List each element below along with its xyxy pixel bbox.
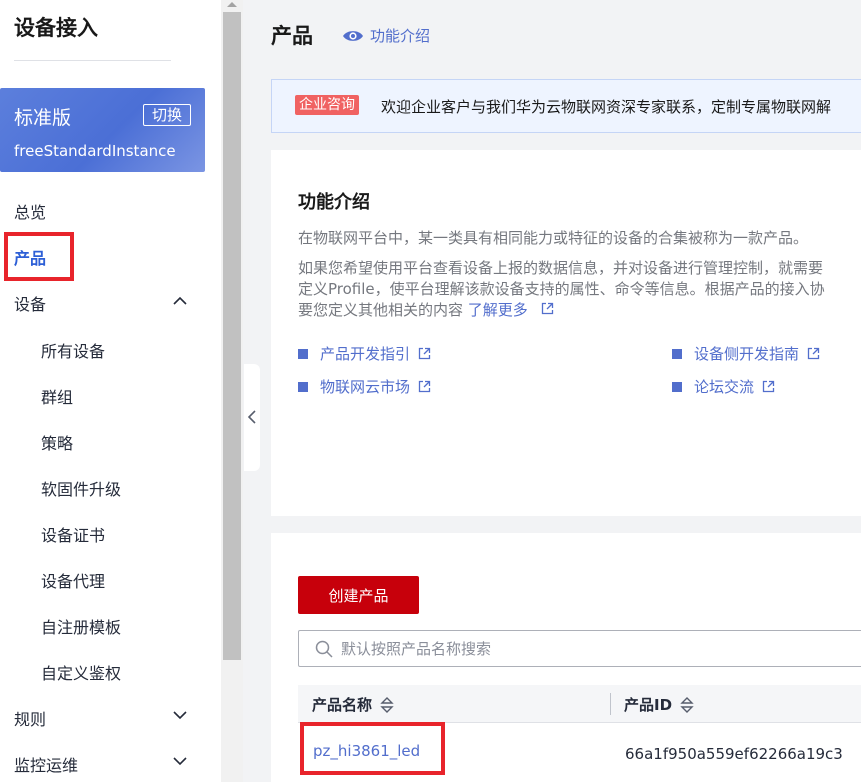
feature-line-3-wrap: 要您定义其他相关的内容 了解更多 bbox=[298, 300, 825, 321]
sidebar-item-rules[interactable]: 规则 bbox=[14, 706, 46, 730]
create-product-button[interactable]: 创建产品 bbox=[298, 576, 419, 614]
product-search-input[interactable] bbox=[341, 637, 841, 661]
chevron-down-icon[interactable] bbox=[172, 707, 188, 723]
bullet-square bbox=[298, 348, 308, 359]
column-label: 产品ID bbox=[624, 696, 673, 714]
external-link-icon bbox=[418, 380, 431, 393]
link-label: 产品开发指引 bbox=[320, 345, 411, 363]
feature-line-3: 要您定义其他相关的内容 bbox=[298, 301, 464, 319]
product-list-card: 创建产品 产品名称 产品ID pz_hi3861_led 66a1f950a55… bbox=[271, 533, 861, 782]
feature-intro-link[interactable]: 功能介绍 bbox=[342, 25, 430, 46]
column-label: 产品名称 bbox=[312, 696, 373, 714]
sort-icon[interactable] bbox=[380, 696, 394, 713]
link-iot-marketplace[interactable]: 物联网云市场 bbox=[298, 376, 431, 397]
external-link-icon bbox=[807, 347, 820, 360]
link-device-dev-guide[interactable]: 设备侧开发指南 bbox=[672, 343, 820, 364]
edition-instance: freeStandardInstance bbox=[14, 142, 176, 160]
feature-desc: 在物联网平台中，某一类具有相同能力或特征的设备的合集被称为一款产品。 bbox=[298, 229, 809, 247]
banner-tag: 企业咨询 bbox=[295, 95, 359, 115]
feature-title: 功能介绍 bbox=[298, 192, 370, 213]
link-label: 物联网云市场 bbox=[320, 378, 411, 396]
banner-text: 欢迎企业客户与我们华为云物联网资深专家联系，定制专属物联网解 bbox=[381, 98, 832, 116]
product-search-box[interactable] bbox=[298, 630, 861, 667]
sidebar-item-devices[interactable]: 设备 bbox=[14, 291, 46, 315]
product-id-cell: 66a1f950a559ef62266a19c3 bbox=[625, 745, 843, 763]
sidebar-item-monitoring[interactable]: 监控运维 bbox=[14, 752, 78, 776]
scrollbar-thumb[interactable] bbox=[223, 12, 241, 660]
sidebar-subitem-ota[interactable]: 软固件升级 bbox=[41, 476, 121, 500]
sidebar-subitem-custom-auth[interactable]: 自定义鉴权 bbox=[41, 660, 121, 684]
link-product-dev-guide[interactable]: 产品开发指引 bbox=[298, 343, 431, 364]
scroll-up-arrow-icon[interactable] bbox=[226, 0, 238, 8]
sidebar-divider bbox=[14, 60, 171, 61]
chevron-up-icon[interactable] bbox=[172, 293, 188, 309]
feature-intro-label: 功能介绍 bbox=[370, 27, 431, 45]
chevron-left-icon bbox=[247, 410, 256, 424]
sidebar-subitem-all-devices[interactable]: 所有设备 bbox=[41, 338, 105, 362]
sidebar-item-overview[interactable]: 总览 bbox=[14, 199, 46, 223]
table-header: 产品名称 产品ID bbox=[298, 685, 861, 723]
sidebar-subitem-proxy[interactable]: 设备代理 bbox=[41, 568, 105, 592]
feature-intro-card: 功能介绍 在物联网平台中，某一类具有相同能力或特征的设备的合集被称为一款产品。 … bbox=[271, 150, 861, 516]
edition-card: 标准版 切换 freeStandardInstance bbox=[0, 88, 205, 172]
external-link-icon bbox=[418, 347, 431, 360]
column-product-id[interactable]: 产品ID bbox=[624, 694, 694, 715]
search-icon bbox=[315, 640, 333, 658]
bullet-square bbox=[298, 381, 308, 392]
product-row-highlight-box bbox=[300, 722, 445, 775]
feature-line-2: 定义Profile，使平台理解该款设备支持的属性、命令等信息。根据产品的接入协 bbox=[298, 280, 825, 298]
sidebar-title: 设备接入 bbox=[14, 16, 98, 40]
column-product-name[interactable]: 产品名称 bbox=[312, 694, 394, 715]
feature-line-1: 如果您希望使用平台查看设备上报的数据信息，并对设备进行管理控制，就需要 bbox=[298, 259, 824, 277]
sidebar-subitem-register-template[interactable]: 自注册模板 bbox=[41, 614, 121, 638]
external-link-icon bbox=[762, 380, 775, 393]
sidebar-subitem-policies[interactable]: 策略 bbox=[41, 430, 73, 454]
column-separator bbox=[610, 693, 611, 715]
sort-icon[interactable] bbox=[680, 696, 694, 713]
external-link-icon bbox=[541, 302, 553, 315]
sidebar-subitem-certs[interactable]: 设备证书 bbox=[41, 522, 105, 546]
page-title: 产品 bbox=[271, 24, 313, 48]
link-label: 论坛交流 bbox=[694, 378, 755, 396]
edition-name: 标准版 bbox=[14, 107, 72, 129]
feature-paragraph: 如果您希望使用平台查看设备上报的数据信息，并对设备进行管理控制，就需要 定义Pr… bbox=[298, 258, 825, 321]
link-forum[interactable]: 论坛交流 bbox=[672, 376, 775, 397]
learn-more-link[interactable]: 了解更多 bbox=[468, 301, 528, 319]
eye-icon bbox=[343, 30, 363, 41]
bullet-square bbox=[672, 348, 682, 359]
sidebar-subitem-groups[interactable]: 群组 bbox=[41, 384, 73, 408]
link-label: 设备侧开发指南 bbox=[694, 345, 800, 363]
sidebar: 设备接入 标准版 切换 freeStandardInstance 总览 产品 设… bbox=[0, 0, 221, 782]
bullet-square bbox=[672, 381, 682, 392]
chevron-down-icon[interactable] bbox=[172, 753, 188, 769]
consult-banner: 企业咨询 欢迎企业客户与我们华为云物联网资深专家联系，定制专属物联网解 bbox=[271, 79, 861, 133]
edition-switch-button[interactable]: 切换 bbox=[143, 104, 191, 126]
sidebar-collapse-button[interactable] bbox=[244, 364, 260, 471]
product-highlight-box bbox=[4, 232, 74, 281]
